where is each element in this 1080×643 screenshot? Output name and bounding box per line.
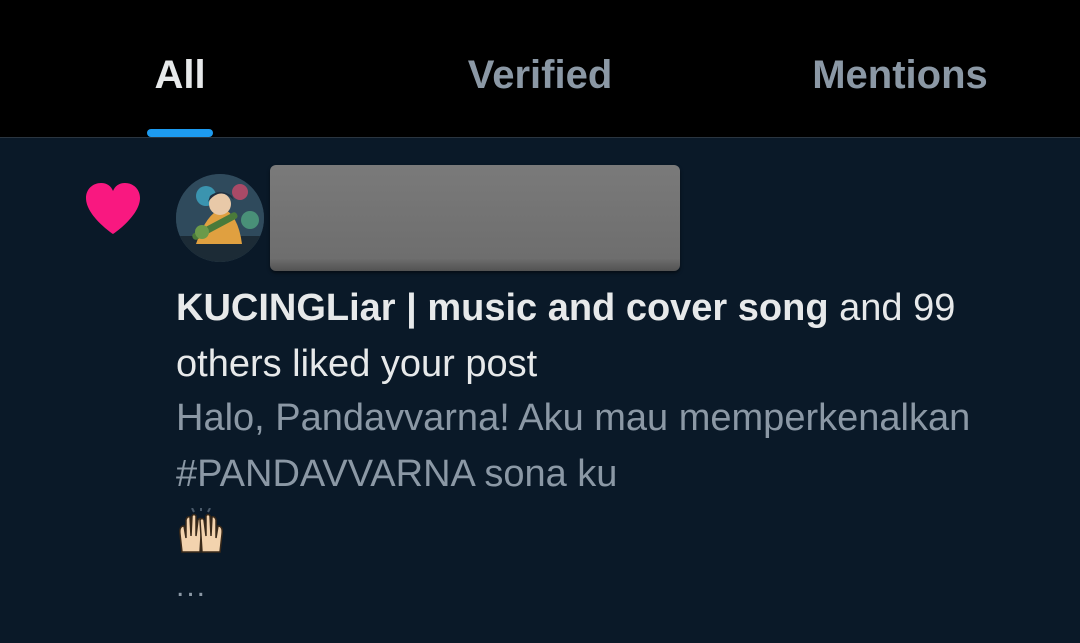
tab-verified[interactable]: Verified bbox=[360, 0, 720, 137]
avatar-image bbox=[176, 174, 264, 262]
actor-name[interactable]: KUCINGLiar | music and cover song bbox=[176, 287, 829, 329]
notification-text: KUCINGLiar | music and cover song and 99… bbox=[176, 280, 1046, 392]
heart-icon bbox=[86, 183, 140, 234]
truncation-ellipsis: ... bbox=[176, 570, 208, 603]
tab-all[interactable]: All bbox=[0, 0, 360, 137]
post-emoji-line bbox=[176, 502, 1046, 562]
notification-tabs: All Verified Mentions bbox=[0, 0, 1080, 138]
redacted-avatars-block bbox=[270, 165, 680, 271]
avatar[interactable] bbox=[176, 174, 264, 262]
raising-hands-icon bbox=[179, 508, 223, 553]
active-tab-indicator bbox=[147, 129, 213, 137]
post-preview[interactable]: Halo, Pandavvarna! Aku mau memperkenalka… bbox=[176, 390, 1046, 562]
tab-all-label: All bbox=[154, 53, 206, 97]
like-notification[interactable]: KUCINGLiar | music and cover song and 99… bbox=[0, 138, 1080, 643]
tab-mentions[interactable]: Mentions bbox=[720, 0, 1080, 137]
post-preview-text: Halo, Pandavvarna! Aku mau memperkenalka… bbox=[176, 397, 971, 495]
tab-mentions-label: Mentions bbox=[812, 53, 988, 97]
tab-verified-label: Verified bbox=[467, 53, 613, 97]
